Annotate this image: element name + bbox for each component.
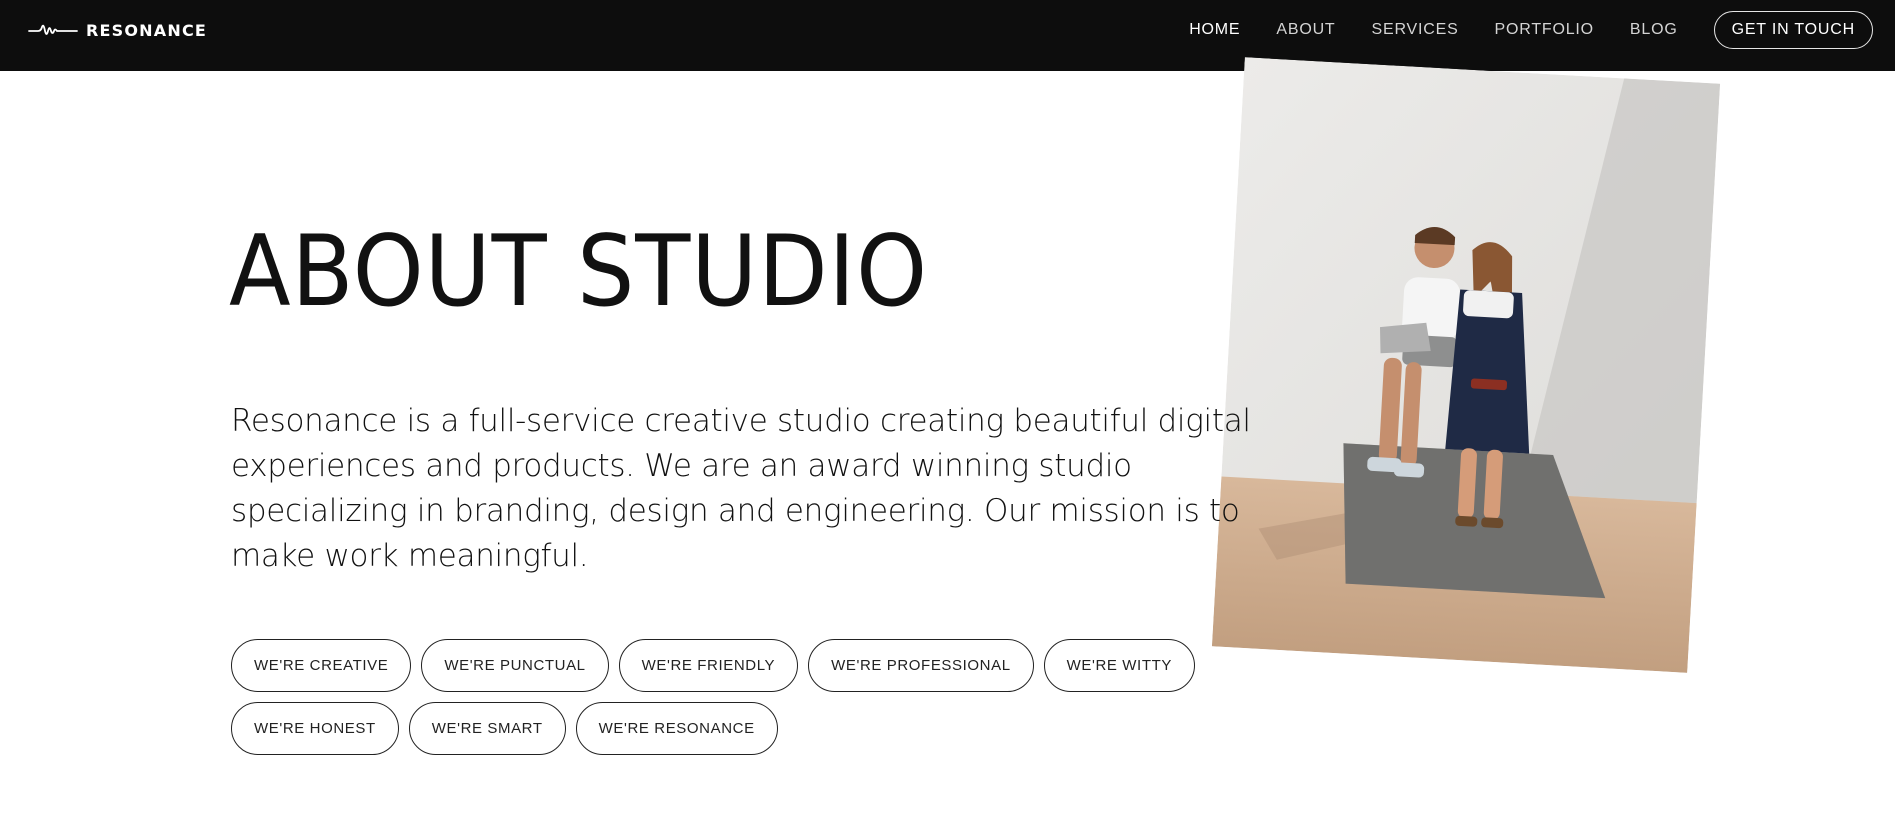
brand-logo[interactable]: RESONANCE	[28, 20, 207, 40]
nav-portfolio[interactable]: PORTFOLIO	[1495, 11, 1594, 49]
tag-witty[interactable]: WE'RE WITTY	[1043, 639, 1195, 692]
tag-professional[interactable]: WE'RE PROFESSIONAL	[808, 639, 1034, 692]
tag-smart[interactable]: WE'RE SMART	[408, 702, 566, 755]
site-header: RESONANCE HOME ABOUT SERVICES PORTFOLIO …	[0, 0, 1895, 71]
get-in-touch-button[interactable]: GET IN TOUCH	[1713, 11, 1873, 49]
nav-blog[interactable]: BLOG	[1630, 11, 1678, 49]
tag-honest[interactable]: WE'RE HONEST	[231, 702, 399, 755]
nav-about[interactable]: ABOUT	[1276, 11, 1335, 49]
tag-resonance[interactable]: WE'RE RESONANCE	[575, 702, 778, 755]
studio-photo-illustration	[1211, 57, 1721, 673]
tag-punctual[interactable]: WE'RE PUNCTUAL	[421, 639, 609, 692]
nav-home[interactable]: HOME	[1189, 11, 1240, 49]
waveform-icon	[28, 24, 78, 35]
studio-description: Resonance is a full-service creative stu…	[231, 403, 1251, 574]
studio-photo	[1211, 57, 1721, 673]
tag-friendly[interactable]: WE'RE FRIENDLY	[618, 639, 799, 692]
tag-creative[interactable]: WE'RE CREATIVE	[231, 639, 412, 692]
main-nav: HOME ABOUT SERVICES PORTFOLIO BLOG GET I…	[1153, 11, 1873, 49]
tag-list: WE'RE CREATIVE WE'RE PUNCTUAL WE'RE FRIE…	[231, 639, 1271, 755]
page-title: ABOUT STUDIO	[229, 215, 928, 329]
brand-name: RESONANCE	[86, 20, 208, 40]
nav-services[interactable]: SERVICES	[1372, 11, 1459, 49]
